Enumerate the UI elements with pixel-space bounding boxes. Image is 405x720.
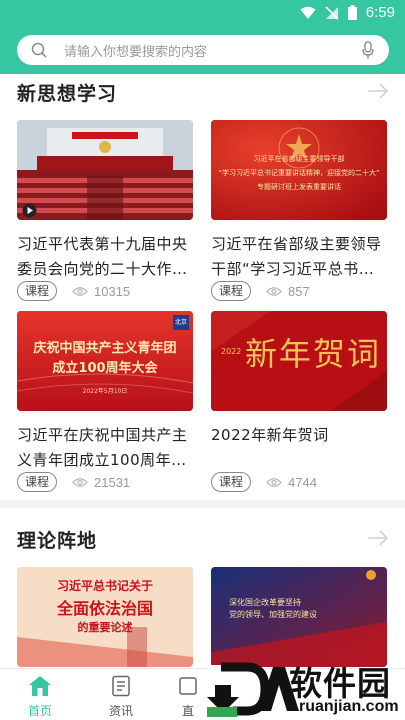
card-meta: 课程 857 [211, 281, 310, 301]
card-thumbnail: 习近平在省部级主要领导干部 “学习习近平总书记重要讲话精神，迎接党的二十大” 专… [211, 120, 387, 220]
watermark-logo: 软件园 ruanjian.com [207, 655, 405, 720]
view-count: 10315 [94, 283, 131, 299]
card-title: 习近平在庆祝中国共产主 义青年团成立100周年大… [17, 426, 195, 469]
thumb-caption: “学习习近平总书记重要讲话精神，迎接党的二十大” [218, 169, 380, 177]
card-thumbnail: 习近平总书记关于 全面依法治国 的重要论述 [17, 567, 193, 667]
thumb-caption: 新年贺词 [245, 335, 382, 373]
thumb-caption: 庆祝中国共产主义青年团 [33, 341, 177, 356]
thumb-year: 2022 [221, 347, 242, 356]
thumb-caption: 全面依法治国 [56, 599, 153, 618]
eye-icon [266, 286, 282, 296]
view-count: 857 [288, 283, 310, 299]
card-title: 习近平代表第十九届中央 委员会向党的二十大作… [17, 235, 188, 278]
course-tag: 课程 [211, 472, 252, 492]
card-thumbnail: 深化国企改革要坚持 党的领导、加强党的建设 [211, 567, 387, 667]
nav-news-label: 资讯 [108, 704, 133, 718]
no-signal-icon [325, 5, 339, 20]
thumb-date: 2022年5月10日 [82, 388, 128, 395]
search-icon [31, 42, 47, 58]
course-card[interactable]: 庆祝中国共产主义青年团 成立100周年大会 2022年5月10日 北京 习近平在… [17, 311, 195, 496]
theory-card[interactable]: 深化国企改革要坚持 党的领导、加强党的建设 [211, 567, 387, 667]
section-title-new-thought: 新思想学习 [17, 83, 118, 105]
course-tag: 课程 [17, 472, 58, 492]
eye-icon [72, 477, 88, 487]
arrow-right-icon[interactable] [367, 529, 389, 547]
news-icon [112, 675, 130, 697]
section-title-theory: 理论阵地 [17, 530, 98, 552]
eye-icon [72, 286, 88, 296]
thumb-caption: 党的领导、加强党的建设 [229, 610, 317, 619]
nav-live-label: 直 [181, 704, 194, 718]
nav-live[interactable]: 直 [168, 675, 208, 719]
card-meta: 课程 4744 [211, 472, 317, 492]
status-time: 6:59 [365, 4, 395, 21]
thumb-badge: 北京 [173, 315, 189, 330]
play-icon[interactable] [22, 203, 37, 218]
course-card[interactable]: 习近平代表第十九届中央 委员会向党的二十大作… 课程 10315 [17, 120, 193, 305]
card-meta: 课程 10315 [17, 281, 130, 301]
course-card[interactable]: 习近平在省部级主要领导干部 “学习习近平总书记重要讲话精神，迎接党的二十大” 专… [211, 120, 389, 305]
watermark-url: ruanjian.com [299, 698, 399, 715]
nav-home[interactable]: 首页 [10, 675, 70, 719]
course-tag: 课程 [17, 281, 58, 301]
card-meta: 课程 21531 [17, 472, 130, 492]
course-tag: 课程 [211, 281, 252, 301]
search-header: 请输入你想要搜索的内容 [0, 28, 405, 74]
thumb-caption: 专题研讨班上发表重要讲话 [257, 183, 341, 191]
card-title: 习近平在省部级主要领导 干部“学习习近平总书记… [211, 235, 389, 278]
eye-icon [266, 477, 282, 487]
section-divider [0, 500, 405, 508]
arrow-right-icon[interactable] [367, 82, 389, 100]
nav-news[interactable]: 资讯 [91, 675, 151, 719]
wifi-icon [300, 6, 316, 19]
card-thumbnail: 新年贺词 2022 [211, 311, 387, 411]
search-placeholder: 请输入你想要搜索的内容 [64, 45, 208, 60]
card-title: 2022年新年贺词 [211, 426, 329, 444]
view-count: 4744 [288, 474, 317, 490]
thumb-caption: 成立100周年大会 [52, 361, 158, 376]
thumb-caption: 深化国企改革要坚持 [229, 598, 301, 607]
thumb-caption: 的重要论述 [77, 621, 133, 634]
battery-icon [347, 5, 357, 20]
course-card[interactable]: 新年贺词 2022 2022年新年贺词 课程 4744 [211, 311, 387, 496]
card-thumbnail: 庆祝中国共产主义青年团 成立100周年大会 2022年5月10日 北京 [17, 311, 193, 411]
view-count: 21531 [94, 474, 131, 490]
live-icon [179, 677, 197, 695]
thumb-caption: 习近平总书记关于 [56, 579, 153, 593]
card-thumbnail [17, 120, 193, 220]
theory-card[interactable]: 习近平总书记关于 全面依法治国 的重要论述 [17, 567, 193, 667]
home-icon [29, 676, 51, 696]
search-input[interactable]: 请输入你想要搜索的内容 [17, 35, 389, 65]
status-bar: 6:59 [0, 0, 405, 28]
nav-home-label: 首页 [27, 704, 52, 718]
thumb-caption: 习近平在省部级主要领导干部 [253, 155, 345, 163]
microphone-icon[interactable] [362, 41, 374, 59]
